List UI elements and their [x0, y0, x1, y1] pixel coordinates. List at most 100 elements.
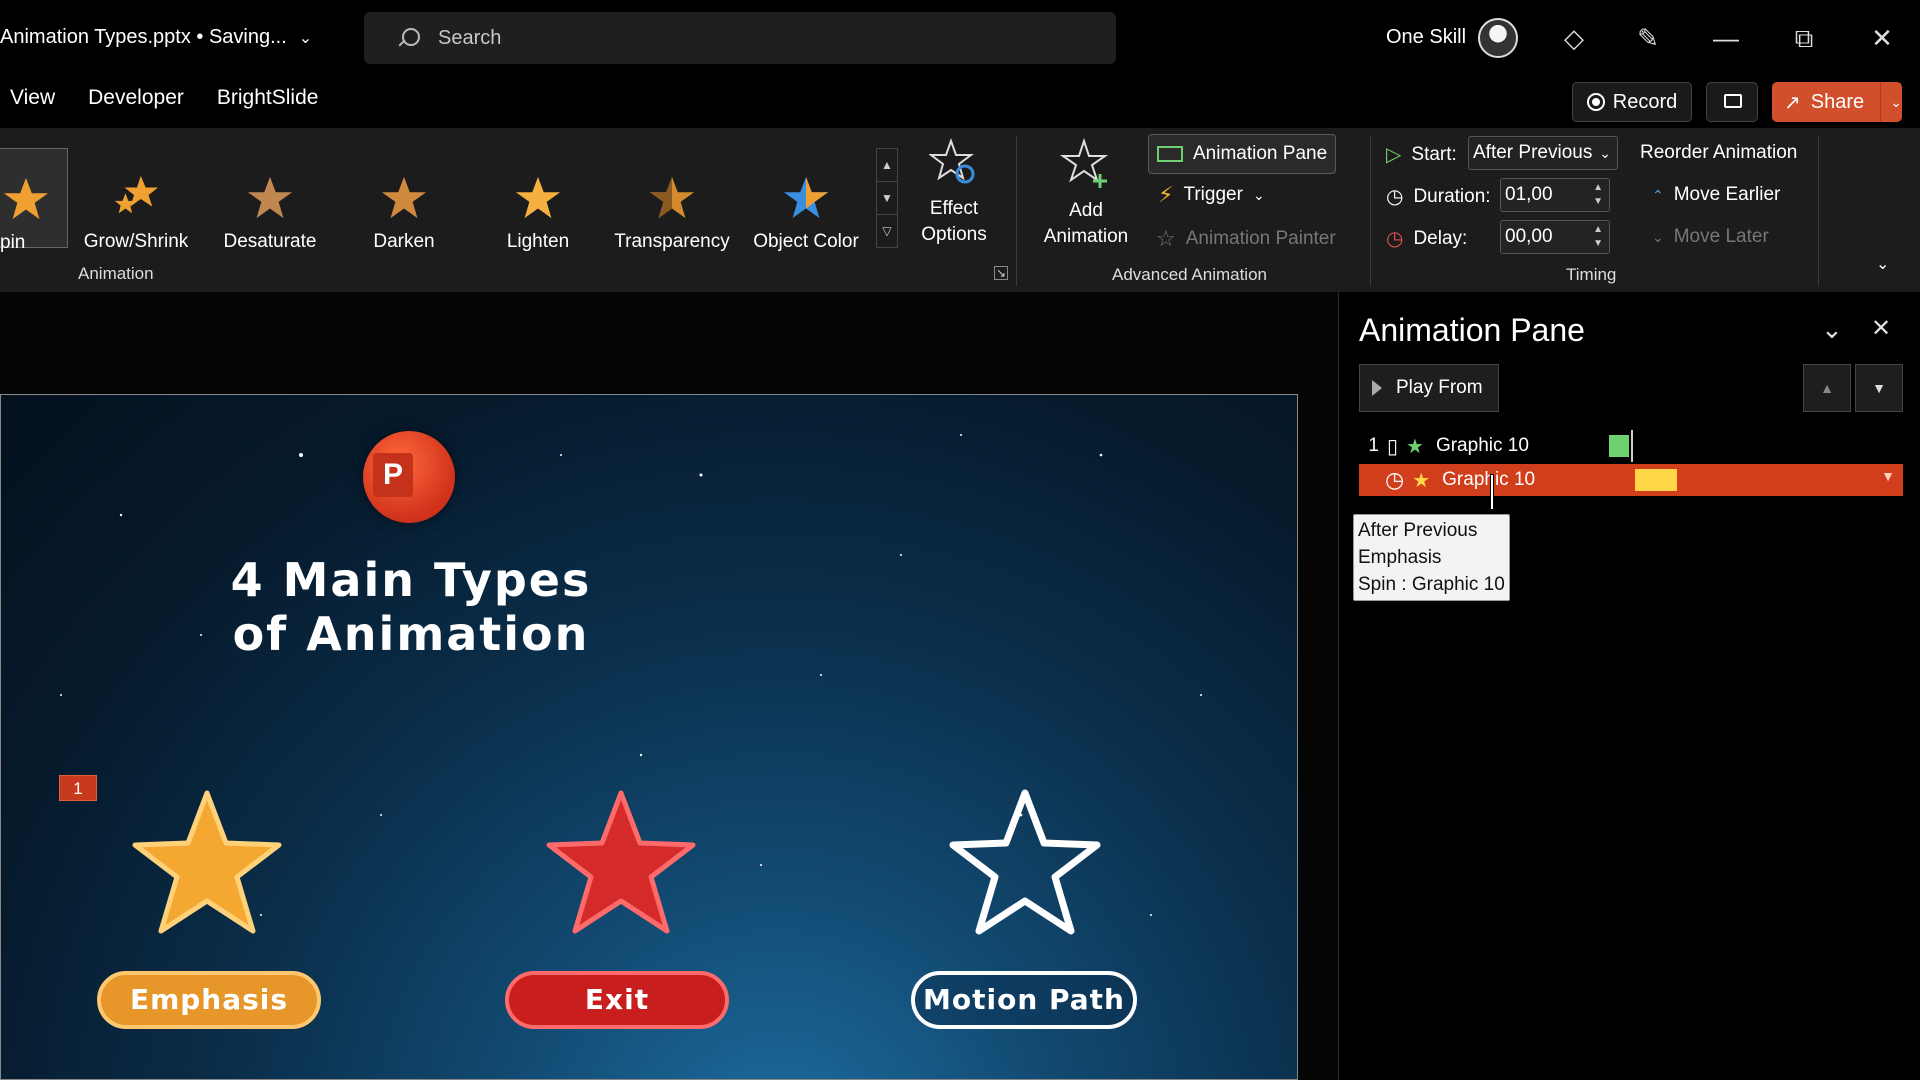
emphasis-star-icon[interactable]: [127, 785, 287, 945]
duration-label-wrap: ◷ Duration:: [1386, 184, 1491, 209]
record-button[interactable]: Record: [1572, 82, 1692, 122]
animation-object-color[interactable]: Object Color: [740, 148, 872, 252]
move-later-label: Move Later: [1673, 226, 1769, 247]
chevron-down-icon[interactable]: ⌄: [1890, 94, 1902, 111]
mouse-click-icon: ▯: [1387, 435, 1399, 458]
animation-transparency[interactable]: Transparency: [606, 148, 738, 252]
restore-icon[interactable]: ⧉: [1788, 22, 1820, 54]
share-icon: ↗: [1784, 91, 1801, 114]
lightning-icon: ⚡: [1158, 182, 1174, 207]
transparency-star-icon: [649, 176, 695, 219]
ribbon-separator: [1370, 136, 1371, 286]
clock-icon: ◷: [1385, 467, 1405, 492]
gallery-scrollbar[interactable]: ▲ ▼ ▽: [876, 148, 898, 248]
animation-desaturate[interactable]: Desaturate: [204, 148, 336, 252]
avatar[interactable]: [1478, 18, 1518, 58]
document-title[interactable]: Animation Types.pptx • Saving... ⌄: [0, 26, 312, 49]
ribbon-separator: [1818, 136, 1819, 286]
duration-value: 01,00: [1505, 184, 1553, 205]
start-dropdown[interactable]: After Previous ⌄: [1468, 136, 1618, 170]
emphasis-label[interactable]: Emphasis: [97, 971, 321, 1029]
animation-list-item-selected[interactable]: ◷ ★ Graphic 10 ▼: [1359, 464, 1903, 496]
chevron-up-icon[interactable]: ▲: [877, 149, 897, 182]
close-icon[interactable]: ✕: [1866, 22, 1898, 54]
tab-developer[interactable]: Developer: [88, 86, 184, 126]
animation-label: Darken: [373, 231, 435, 252]
motion-path-label[interactable]: Motion Path: [911, 971, 1137, 1029]
account-name[interactable]: One Skill: [1386, 26, 1466, 49]
exit-star-icon[interactable]: [541, 785, 701, 945]
trigger-button[interactable]: ⚡ Trigger ⌄: [1158, 182, 1265, 208]
share-button[interactable]: ↗ Share ⌄: [1772, 82, 1902, 122]
move-down-button[interactable]: ▼: [1855, 364, 1903, 412]
play-from-button[interactable]: Play From: [1359, 364, 1499, 412]
collapse-ribbon-icon[interactable]: ⌄: [1876, 254, 1889, 274]
desaturate-star-icon: [247, 176, 293, 219]
search-input[interactable]: [438, 26, 1038, 50]
timing-bar[interactable]: [1635, 469, 1677, 491]
title-bar: Animation Types.pptx • Saving... ⌄ One S…: [0, 0, 1920, 78]
animation-label: Transparency: [614, 231, 730, 252]
animation-list-item[interactable]: 1 ▯ ★ Graphic 10: [1359, 430, 1903, 462]
chevron-down-icon: ⌄: [1252, 186, 1265, 203]
dialog-launcher-icon[interactable]: ↘: [994, 266, 1008, 280]
animation-spin[interactable]: pin: [0, 148, 68, 253]
animation-painter-button[interactable]: ☆ Animation Painter: [1156, 226, 1336, 252]
slide-canvas[interactable]: P 4 Main Types of Animation 1 Emphasis E…: [0, 394, 1298, 1080]
animation-gallery: pin Grow/Shrink Desaturate Darken Lighte…: [0, 148, 880, 272]
start-label: Start:: [1411, 143, 1457, 165]
effect-options-button[interactable]: Effect Options: [904, 138, 1004, 248]
chevron-up-icon: ⌃: [1652, 186, 1664, 203]
animation-lighten[interactable]: Lighten: [472, 148, 604, 252]
slide-title[interactable]: 4 Main Types of Animation: [211, 553, 611, 661]
chevron-down-icon[interactable]: ▼: [1881, 468, 1895, 484]
start-label-wrap: ▷ Start:: [1386, 142, 1457, 167]
arrow-up-icon: ▲: [1820, 380, 1834, 396]
animation-group-label: Animation: [78, 264, 154, 283]
move-earlier-button[interactable]: ⌃ Move Earlier: [1652, 184, 1780, 206]
animation-order-tag[interactable]: 1: [59, 775, 97, 801]
powerpoint-logo: P: [363, 431, 455, 523]
tab-brightslide[interactable]: BrightSlide: [217, 86, 319, 126]
comments-button[interactable]: [1706, 82, 1758, 122]
animation-darken[interactable]: Darken: [338, 148, 470, 252]
chevron-down-icon[interactable]: ▼: [877, 182, 897, 215]
minimize-icon[interactable]: —: [1710, 22, 1742, 54]
delay-spinner[interactable]: 00,00 ▲ ▼: [1500, 220, 1610, 254]
diamond-icon[interactable]: ◇: [1558, 22, 1590, 54]
tooltip-line: After Previous: [1358, 520, 1478, 541]
animation-pane-button[interactable]: Animation Pane: [1148, 134, 1336, 174]
add-animation-button[interactable]: Add Animation: [1026, 137, 1146, 250]
object-color-star-icon: [783, 176, 829, 219]
animation-target-name: Graphic 10: [1442, 469, 1536, 490]
move-up-button[interactable]: ▲: [1803, 364, 1851, 412]
duration-spinner[interactable]: 01,00 ▲ ▼: [1500, 178, 1610, 212]
play-icon: ▷: [1386, 144, 1402, 166]
close-pane-icon[interactable]: ✕: [1871, 314, 1891, 343]
move-later-button[interactable]: ⌄ Move Later: [1652, 226, 1769, 248]
chevron-down-icon: ⌄: [1599, 145, 1611, 161]
timing-bar[interactable]: [1609, 435, 1629, 457]
document-title-text: Animation Types.pptx • Saving...: [0, 26, 287, 48]
trigger-label: Trigger: [1183, 184, 1243, 205]
motion-path-star-icon[interactable]: [945, 785, 1105, 945]
duration-label: Duration:: [1413, 185, 1491, 207]
timing-group-label: Timing: [1566, 265, 1617, 284]
emphasis-effect-icon: ★: [1412, 469, 1431, 492]
spinner-arrows-icon[interactable]: ▲ ▼: [1593, 181, 1603, 209]
search-box[interactable]: [364, 12, 1116, 64]
pen-icon[interactable]: ✎: [1632, 22, 1664, 54]
exit-label[interactable]: Exit: [505, 971, 729, 1029]
animation-grow-shrink[interactable]: Grow/Shrink: [70, 148, 202, 252]
animation-pane: Animation Pane ⌄ ✕ Play From ▲ ▼ 1 ▯ ★ G…: [1338, 292, 1920, 1080]
move-earlier-label: Move Earlier: [1673, 184, 1781, 205]
gallery-expand-icon[interactable]: ▽: [877, 215, 897, 248]
animation-label: Grow/Shrink: [83, 231, 189, 252]
tab-view[interactable]: View: [10, 86, 55, 126]
record-label: Record: [1612, 90, 1678, 113]
chevron-down-icon[interactable]: ⌄: [299, 28, 312, 48]
spinner-arrows-icon[interactable]: ▲ ▼: [1593, 223, 1603, 251]
ribbon-tabs: View Developer BrightSlide: [0, 86, 351, 126]
chevron-down-icon[interactable]: ⌄: [1821, 314, 1843, 345]
animation-pane-label: Animation Pane: [1193, 143, 1328, 164]
